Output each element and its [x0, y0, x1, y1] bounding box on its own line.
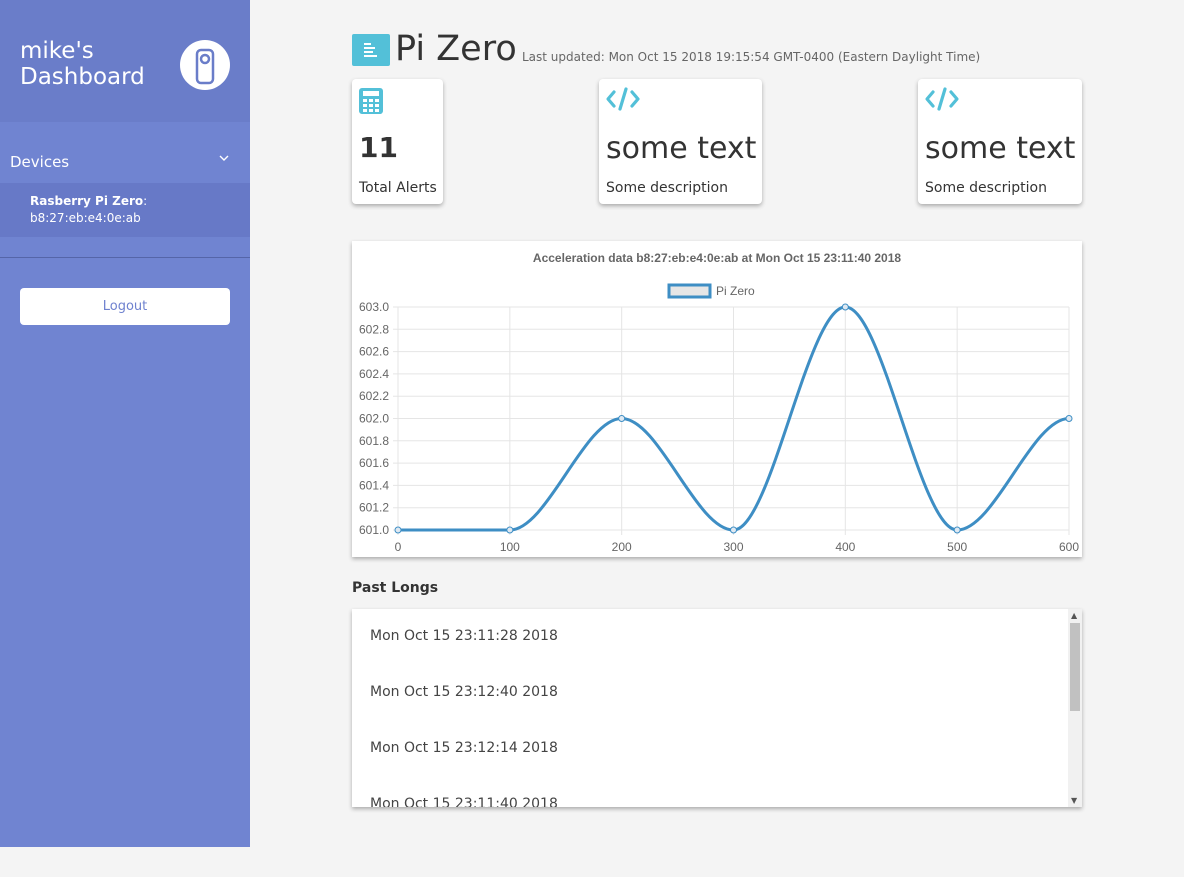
data-point	[953, 526, 961, 534]
legend-label: Pi Zero	[716, 284, 755, 298]
list-align-left-icon	[352, 34, 390, 66]
y-tick-label: 602.2	[359, 389, 389, 403]
sidebar-divider	[0, 257, 250, 258]
data-point	[841, 303, 849, 311]
door-hanger-icon	[180, 40, 230, 90]
y-tick-label: 602.0	[359, 412, 389, 426]
logout-button[interactable]: Logout	[20, 288, 230, 325]
list-item[interactable]: Mon Oct 15 23:12:40 2018	[370, 684, 558, 700]
y-tick-label: 603.0	[359, 300, 389, 314]
devices-label: Devices	[10, 153, 70, 171]
y-tick-label: 602.8	[359, 322, 389, 336]
device-separator: :	[143, 194, 148, 208]
x-tick-label: 200	[612, 540, 632, 554]
data-point	[1065, 415, 1073, 422]
y-tick-label: 602.4	[359, 367, 389, 381]
page-title: Pi Zero	[395, 29, 517, 69]
y-tick-label: 601.6	[359, 456, 389, 470]
x-tick-label: 300	[723, 540, 743, 554]
x-tick-label: 600	[1059, 540, 1079, 554]
devices-menu-toggle[interactable]: Devices	[0, 148, 250, 178]
y-tick-label: 601.2	[359, 501, 389, 515]
legend-swatch	[667, 283, 712, 299]
card-value: 11	[359, 131, 398, 164]
device-name: Rasberry Pi Zero	[30, 194, 144, 208]
past-logs-title: Past Longs	[352, 580, 439, 596]
data-point	[506, 526, 514, 534]
stat-card-total-alerts: 11 Total Alerts	[352, 79, 443, 204]
x-tick-label: 400	[835, 540, 855, 554]
x-tick-label: 0	[395, 540, 402, 554]
data-point	[730, 526, 737, 534]
acceleration-chart: Acceleration data b8:27:eb:e4:0e:ab at M…	[352, 241, 1082, 557]
y-axis-ticks: 601.0 601.2 601.4 601.6 601.8 602.0 602.2 602.4…	[359, 300, 389, 537]
stat-card: some text Some description	[918, 79, 1082, 204]
chart-title: Acceleration data b8:27:eb:e4:0e:ab at M…	[533, 251, 901, 265]
y-tick-label: 601.8	[359, 434, 389, 448]
device-name-line: Rasberry Pi Zero:	[30, 194, 147, 208]
y-tick-label: 602.6	[359, 345, 389, 359]
card-value: some text	[925, 131, 1076, 166]
scroll-down-arrow-icon[interactable]: ▼	[1071, 796, 1077, 805]
brand-header: mike's Dashboard	[0, 0, 250, 122]
card-value: some text	[606, 131, 757, 166]
code-icon	[605, 87, 641, 115]
list-item[interactable]: Mon Oct 15 23:11:28 2018	[370, 628, 558, 644]
scrollbar-thumb[interactable]	[1070, 623, 1080, 711]
y-tick-label: 601.4	[359, 478, 389, 492]
data-point	[394, 526, 402, 534]
sidebar-item-device[interactable]: Rasberry Pi Zero: b8:27:eb:e4:0e:ab	[0, 183, 250, 237]
list-item[interactable]: Mon Oct 15 23:12:14 2018	[370, 740, 558, 756]
past-logs-list[interactable]: Mon Oct 15 23:11:28 2018 Mon Oct 15 23:1…	[352, 609, 1082, 807]
chart-legend[interactable]: Pi Zero	[667, 283, 755, 299]
data-point	[618, 415, 626, 422]
card-description: Some description	[606, 180, 728, 196]
stat-card: some text Some description	[599, 79, 762, 204]
x-tick-label: 500	[947, 540, 967, 554]
brand-title-line1: mike's	[20, 38, 94, 64]
scroll-up-arrow-icon[interactable]: ▲	[1071, 611, 1077, 620]
scrollbar[interactable]: ▲ ▼	[1068, 609, 1082, 807]
card-description: Some description	[925, 180, 1047, 196]
brand-title-line2: Dashboard	[20, 64, 145, 90]
y-tick-label: 601.0	[359, 523, 389, 537]
card-description: Total Alerts	[359, 180, 437, 196]
chart-canvas: Acceleration data b8:27:eb:e4:0e:ab at M…	[359, 251, 1080, 554]
brand-title: mike's Dashboard	[20, 38, 145, 90]
x-tick-label: 100	[500, 540, 520, 554]
chart-grid	[393, 306, 1070, 535]
code-icon	[924, 87, 960, 115]
device-mac: b8:27:eb:e4:0e:ab	[30, 211, 141, 225]
x-axis-ticks: 0 100 200 300 400 500 600	[395, 540, 1080, 554]
calculator-icon	[358, 87, 384, 119]
list-item[interactable]: Mon Oct 15 23:11:40 2018	[370, 796, 558, 807]
last-updated-text: Last updated: Mon Oct 15 2018 19:15:54 G…	[522, 50, 981, 64]
chevron-down-icon	[218, 152, 230, 167]
sidebar: mike's Dashboard Devices Rasberry Pi Zer…	[0, 0, 250, 847]
